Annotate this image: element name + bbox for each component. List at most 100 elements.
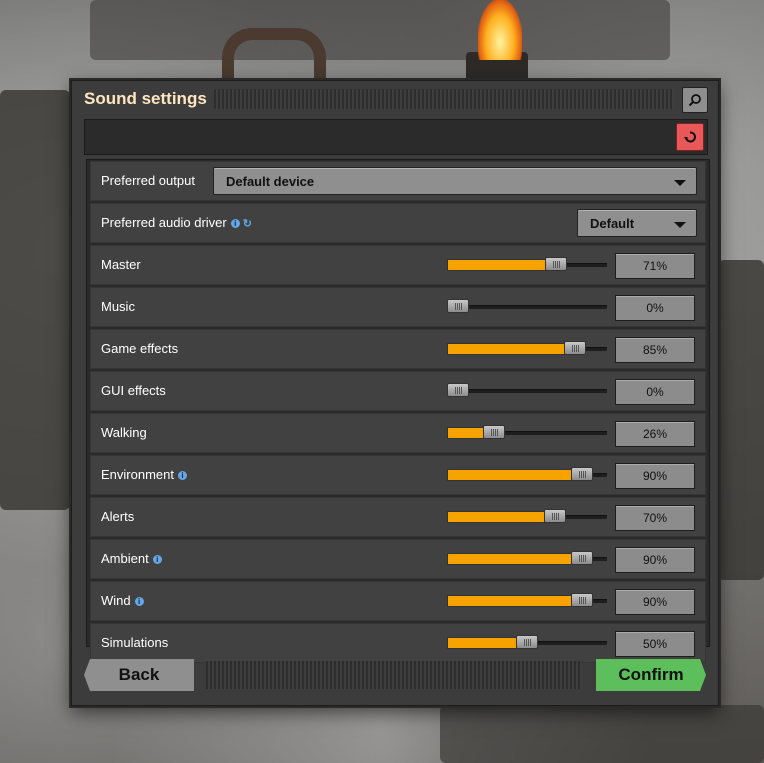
background-machinery-left	[0, 90, 70, 510]
volume-value-field[interactable]: 71%	[615, 253, 695, 279]
slider-fill	[447, 343, 576, 355]
slider-fill	[447, 553, 583, 565]
slider-track[interactable]	[447, 389, 607, 393]
volume-row-ambient: Ambient i 90%	[90, 539, 706, 579]
info-icon[interactable]: i	[152, 555, 162, 564]
slider-thumb[interactable]	[544, 257, 567, 271]
volume-value-field[interactable]: 70%	[615, 505, 695, 531]
volume-row-gui-effects: GUI effects 0%	[90, 371, 706, 411]
slider-thumb[interactable]	[571, 467, 594, 481]
info-icon[interactable]: i	[177, 471, 187, 480]
volume-value-field[interactable]: 90%	[615, 589, 695, 615]
slider-fill	[447, 469, 583, 481]
volume-row-environment: Environment i 90%	[90, 455, 706, 495]
title-drag-handle[interactable]	[214, 89, 674, 109]
slider-fill	[447, 511, 555, 523]
chevron-down-icon	[674, 222, 686, 228]
volume-row-music: Music 0%	[90, 287, 706, 327]
volume-slider[interactable]	[447, 551, 607, 565]
slider-fill	[447, 259, 556, 271]
volume-label: Wind i	[101, 593, 144, 608]
volume-slider[interactable]	[447, 509, 607, 523]
info-icon[interactable]: i	[230, 219, 240, 228]
title-bar[interactable]: Sound settings	[72, 81, 718, 117]
volume-slider[interactable]	[447, 257, 607, 271]
volume-slider[interactable]	[447, 593, 607, 607]
volume-label: Alerts	[101, 509, 134, 524]
search-button[interactable]	[682, 87, 708, 113]
dialog-footer: Back Confirm	[84, 659, 706, 691]
background-machinery-right	[718, 260, 764, 580]
volume-label-text: Walking	[101, 425, 147, 440]
preferred-output-row: Preferred output Default device	[90, 161, 706, 201]
preferred-output-dropdown[interactable]: Default device	[213, 167, 697, 195]
volume-row-wind: Wind i 90%	[90, 581, 706, 621]
info-icon[interactable]: i	[134, 597, 144, 606]
volume-value-field[interactable]: 90%	[615, 547, 695, 573]
volume-label-text: GUI effects	[101, 383, 166, 398]
preferred-audio-driver-dropdown[interactable]: Default	[577, 209, 697, 237]
volume-label-text: Wind	[101, 593, 131, 608]
volume-slider[interactable]	[447, 341, 607, 355]
confirm-button[interactable]: Confirm	[596, 659, 706, 691]
volume-label: Game effects	[101, 341, 178, 356]
preferred-audio-driver-text: Preferred audio driver	[101, 215, 227, 230]
volume-label: Music	[101, 299, 135, 314]
search-icon	[688, 94, 701, 107]
slider-thumb[interactable]	[571, 551, 594, 565]
background-machinery-bottom	[440, 705, 764, 763]
preferred-audio-driver-value: Default	[590, 216, 635, 231]
volume-label-text: Master	[101, 257, 141, 272]
preferred-output-label: Preferred output	[101, 173, 195, 188]
reset-icon	[684, 131, 696, 143]
background-fire	[478, 0, 522, 60]
slider-thumb[interactable]	[564, 341, 587, 355]
volume-label: Master	[101, 257, 141, 272]
volume-value-field[interactable]: 26%	[615, 421, 695, 447]
slider-fill	[447, 595, 583, 607]
volume-label-text: Environment	[101, 467, 174, 482]
reset-button[interactable]	[676, 123, 704, 151]
volume-label: Simulations	[101, 635, 168, 650]
volume-label: GUI effects	[101, 383, 166, 398]
volume-label: Walking	[101, 425, 147, 440]
volume-value-field[interactable]: 85%	[615, 337, 695, 363]
volume-slider[interactable]	[447, 299, 607, 313]
chevron-down-icon	[674, 180, 686, 186]
volume-row-alerts: Alerts 70%	[90, 497, 706, 537]
volume-label-text: Game effects	[101, 341, 179, 356]
volume-value-field[interactable]: 0%	[615, 295, 695, 321]
slider-thumb[interactable]	[482, 425, 505, 439]
preferred-audio-driver-label: Preferred audio driver i ↻	[101, 215, 252, 230]
volume-value-field[interactable]: 50%	[615, 631, 695, 657]
slider-thumb[interactable]	[447, 299, 469, 313]
volume-row-master: Master 71%	[90, 245, 706, 285]
volume-label: Environment i	[101, 467, 187, 482]
volume-row-game-effects: Game effects 85%	[90, 329, 706, 369]
settings-list: Preferred output Default device Preferre…	[86, 159, 710, 663]
volume-slider[interactable]	[447, 383, 607, 397]
background-machinery-top	[90, 0, 670, 60]
settings-subheader	[84, 119, 708, 155]
volume-label-text: Alerts	[101, 509, 135, 524]
footer-drag-handle[interactable]	[206, 661, 582, 689]
volume-label-text: Simulations	[101, 635, 169, 650]
slider-thumb[interactable]	[571, 593, 594, 607]
slider-thumb[interactable]	[516, 635, 538, 649]
preferred-output-value: Default device	[226, 174, 315, 189]
preferred-audio-driver-row: Preferred audio driver i ↻ Default	[90, 203, 706, 243]
slider-thumb[interactable]	[543, 509, 566, 523]
volume-value-field[interactable]: 90%	[615, 463, 695, 489]
volume-value-field[interactable]: 0%	[615, 379, 695, 405]
refresh-icon[interactable]: ↻	[243, 217, 252, 230]
slider-track[interactable]	[447, 305, 607, 309]
volume-slider[interactable]	[447, 635, 607, 649]
volume-label-text: Ambient	[101, 551, 149, 566]
volume-slider[interactable]	[447, 425, 607, 439]
volume-label-text: Music	[101, 299, 135, 314]
volume-slider[interactable]	[447, 467, 607, 481]
back-button[interactable]: Back	[84, 659, 194, 691]
slider-thumb[interactable]	[447, 383, 469, 397]
sound-settings-window: Sound settings Preferred output Default …	[71, 80, 719, 706]
slider-fill	[447, 637, 527, 649]
